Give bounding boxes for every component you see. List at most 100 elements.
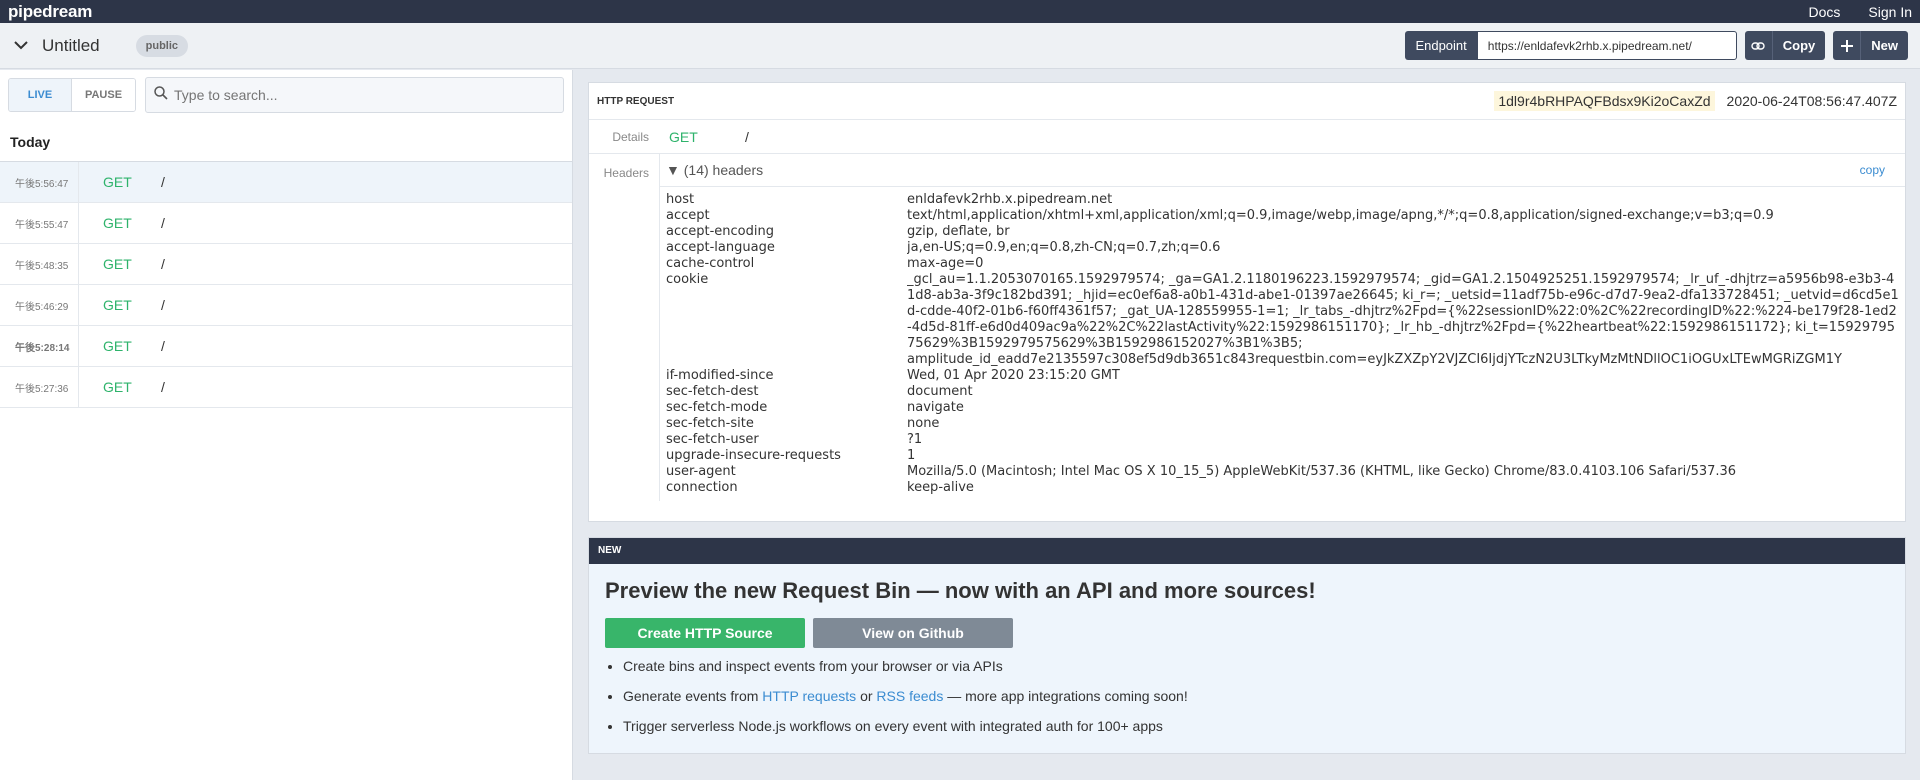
copy-button[interactable]: Copy (1744, 31, 1826, 60)
new-button-label: New (1871, 38, 1898, 53)
header-key: accept-encoding (666, 224, 774, 239)
event-time: 午後5:55:47 (0, 203, 79, 243)
headers-list: host enldafevk2rhb.x.pipedream.net accept… (660, 187, 1905, 501)
header-row: cache-control max-age=0 (666, 256, 1899, 272)
copy-button-label: Copy (1782, 38, 1816, 53)
text: Generate events from (623, 688, 763, 704)
event-path: / (161, 379, 165, 395)
text: or (856, 688, 877, 704)
event-method: GET (103, 215, 132, 231)
header-value: enldafevk2rhb.x.pipedream.net (907, 192, 1113, 207)
event-time: 午後5:48:35 (0, 244, 79, 284)
view-on-github-button[interactable]: View on Github (813, 618, 1013, 648)
endpoint-url-field[interactable] (1476, 31, 1737, 60)
headers-toggle[interactable]: ▼ (14) headers (666, 162, 763, 178)
request-timestamp: 2020-06-24T08:56:47.407Z (1726, 93, 1897, 109)
top-navbar: pipedream Docs Sign In (0, 0, 1920, 23)
header-key: accept (666, 208, 710, 223)
header-key: host (666, 192, 695, 207)
event-path: / (161, 174, 165, 190)
event-row[interactable]: 午後5:48:35 GET / (0, 244, 572, 285)
bin-title[interactable]: Untitled (42, 36, 100, 56)
header-value: ja,en-US;q=0.9,en;q=0.8,zh-CN;q=0.7,zh;q… (907, 240, 1221, 255)
event-time: 午後5:46:29 (0, 285, 79, 325)
header-value: Mozilla/5.0 (Macintosh; Intel Mac OS X 1… (907, 464, 1737, 479)
event-method: GET (103, 338, 132, 354)
header-key: user-agent (666, 464, 736, 479)
event-path: / (161, 297, 165, 313)
event-method: GET (103, 379, 132, 395)
header-row: user-agent Mozilla/5.0 (Macintosh; Intel … (666, 464, 1899, 480)
sign-in-link[interactable]: Sign In (1868, 4, 1912, 20)
header-row: accept-language ja,en-US;q=0.9,en;q=0.8,z… (666, 240, 1899, 256)
header-value: none (907, 416, 940, 431)
header-key: sec-fetch-site (666, 416, 754, 431)
request-method: GET (669, 128, 698, 145)
new-bin-button[interactable]: New (1833, 31, 1908, 60)
list-item: Generate events from HTTP requests or RS… (623, 688, 1905, 704)
visibility-badge: public (135, 34, 189, 57)
event-row[interactable]: 午後5:28:14 GET / (0, 326, 572, 367)
event-path: / (161, 215, 165, 231)
header-row: if-modified-since Wed, 01 Apr 2020 23:15:… (666, 368, 1899, 384)
live-button[interactable]: LIVE (9, 79, 72, 111)
event-row[interactable]: 午後5:55:47 GET / (0, 203, 572, 244)
header-key: accept-language (666, 240, 775, 255)
event-path: / (161, 338, 165, 354)
header-value: max-age=0 (907, 256, 984, 271)
live-pause-toggle: LIVE PAUSE (8, 78, 136, 112)
new-badge: NEW (589, 538, 1905, 564)
event-row[interactable]: 午後5:27:36 GET / (0, 367, 572, 408)
search-icon (154, 85, 168, 105)
text: — more app integrations coming soon! (943, 688, 1188, 704)
search-input[interactable] (174, 87, 555, 103)
header-value: 1 (907, 448, 916, 463)
request-path: / (745, 128, 749, 145)
event-row[interactable]: 午後5:46:29 GET / (0, 285, 572, 326)
header-row: sec-fetch-user ?1 (666, 432, 1899, 448)
header-value: navigate (907, 400, 964, 415)
search-box (145, 77, 564, 113)
header-value: gzip, deflate, br (907, 224, 1010, 239)
copy-headers-link[interactable]: copy (1860, 163, 1885, 177)
header-value: text/html,application/xhtml+xml,applicat… (907, 208, 1774, 223)
create-http-source-button[interactable]: Create HTTP Source (605, 618, 805, 648)
chevron-down-icon[interactable] (12, 37, 30, 55)
event-method: GET (103, 174, 132, 190)
request-id[interactable]: 1dl9r4bRHPAQFBdsx9Ki2oCaxZd (1494, 91, 1715, 111)
event-row[interactable]: 午後5:56:47 GET / (0, 162, 572, 203)
http-request-panel: HTTP REQUEST 1dl9r4bRHPAQFBdsx9Ki2oCaxZd… (588, 82, 1906, 522)
header-value: document (907, 384, 973, 399)
header-row: sec-fetch-site none (666, 416, 1899, 432)
pipedream-logo[interactable]: pipedream (8, 2, 92, 22)
event-path: / (161, 256, 165, 272)
list-item: Create bins and inspect events from your… (623, 658, 1905, 674)
event-sidebar: LIVE PAUSE Today 午後5:56:47 GET / 午後5:55:… (0, 70, 573, 780)
header-key: cookie (666, 272, 709, 287)
header-value: ?1 (907, 432, 923, 447)
bin-header: Untitled public Endpoint Copy New (0, 23, 1920, 69)
endpoint-group: Endpoint Copy New (1405, 31, 1908, 60)
event-time: 午後5:27:36 (0, 367, 79, 407)
header-key: connection (666, 480, 738, 495)
header-row: upgrade-insecure-requests 1 (666, 448, 1899, 464)
header-row: sec-fetch-dest document (666, 384, 1899, 400)
header-value: Wed, 01 Apr 2020 23:15:20 GMT (907, 368, 1120, 383)
header-row: accept text/html,application/xhtml+xml,ap… (666, 208, 1899, 224)
event-time: 午後5:28:14 (0, 326, 79, 366)
header-value-tail: amplitude_id_eadd7e2135597c308ef5d9db365… (907, 352, 1842, 367)
event-method: GET (103, 256, 132, 272)
event-list: 午後5:56:47 GET / 午後5:55:47 GET / 午後5:48:3… (0, 161, 572, 408)
day-heading: Today (10, 134, 51, 150)
http-requests-link[interactable]: HTTP requests (762, 688, 856, 704)
header-row: connection keep-alive (666, 480, 1899, 496)
pause-button[interactable]: PAUSE (72, 79, 135, 111)
promo-title: Preview the new Request Bin — now with a… (605, 578, 1316, 603)
section-label: HTTP REQUEST (597, 95, 675, 107)
docs-link[interactable]: Docs (1809, 4, 1841, 20)
header-value: keep-alive (907, 480, 974, 495)
header-value: _gcl_au=1.1.2053070165.1592979574; _ga=G… (907, 272, 1899, 351)
rss-feeds-link[interactable]: RSS feeds (876, 688, 943, 704)
header-row: host enldafevk2rhb.x.pipedream.net (666, 192, 1899, 208)
event-method: GET (103, 297, 132, 313)
